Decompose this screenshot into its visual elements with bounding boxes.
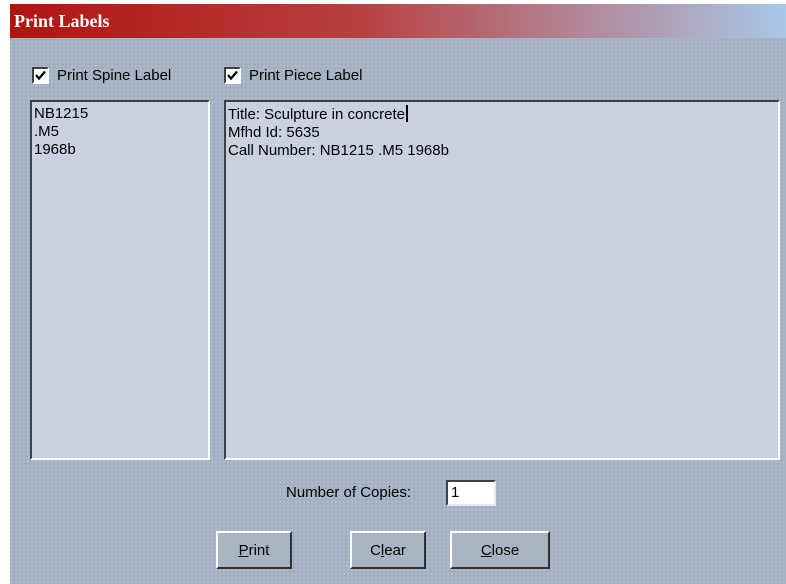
piece-line-call-number: Call Number: NB1215 .M5 1968b [228, 142, 449, 159]
print-label-rest: rint [248, 541, 270, 559]
piece-title-text: Title: Sculpture in concrete [228, 106, 406, 123]
clear-button[interactable]: Cl ear [350, 531, 426, 569]
piece-label-textarea[interactable]: Title: Sculpture in concrete Mfhd Id: 56… [224, 100, 780, 460]
spine-line: NB1215 [34, 105, 89, 122]
title-bar[interactable]: Print Labels [10, 4, 786, 38]
text-caret [406, 105, 409, 122]
print-piece-label-checkbox[interactable]: Print Piece Label [224, 65, 362, 85]
spine-label-textarea[interactable]: NB1215 .M5 1968b [30, 100, 210, 460]
piece-line-mfhd: Mfhd Id: 5635 [228, 124, 320, 141]
checkmark-icon [35, 70, 46, 80]
clear-label-prefix: C [370, 541, 381, 559]
print-spine-label-text: Print Spine Label [57, 66, 172, 84]
print-labels-dialog: Print Labels Print Spine Label Print Pie… [10, 4, 786, 584]
print-spine-label-checkbox[interactable]: Print Spine Label [32, 65, 171, 85]
spine-line: 1968b [34, 141, 76, 158]
piece-line-title: Title: Sculpture in concrete [228, 105, 776, 124]
clear-label-rest: ear [384, 541, 406, 559]
print-mnemonic: P [238, 541, 249, 559]
window-title: Print Labels [14, 11, 110, 31]
checkbox-box[interactable] [32, 66, 49, 84]
print-piece-label-text: Print Piece Label [249, 66, 363, 84]
checkmark-icon [227, 70, 238, 80]
number-of-copies-input[interactable]: 1 [446, 480, 496, 506]
number-of-copies-label: Number of Copies: [286, 484, 412, 501]
close-label-rest: lose [491, 541, 520, 559]
close-button[interactable]: Close [450, 531, 550, 569]
print-button[interactable]: Print [216, 531, 292, 569]
spine-line: .M5 [34, 123, 60, 140]
close-mnemonic: C [480, 541, 492, 559]
checkbox-box[interactable] [224, 66, 241, 84]
